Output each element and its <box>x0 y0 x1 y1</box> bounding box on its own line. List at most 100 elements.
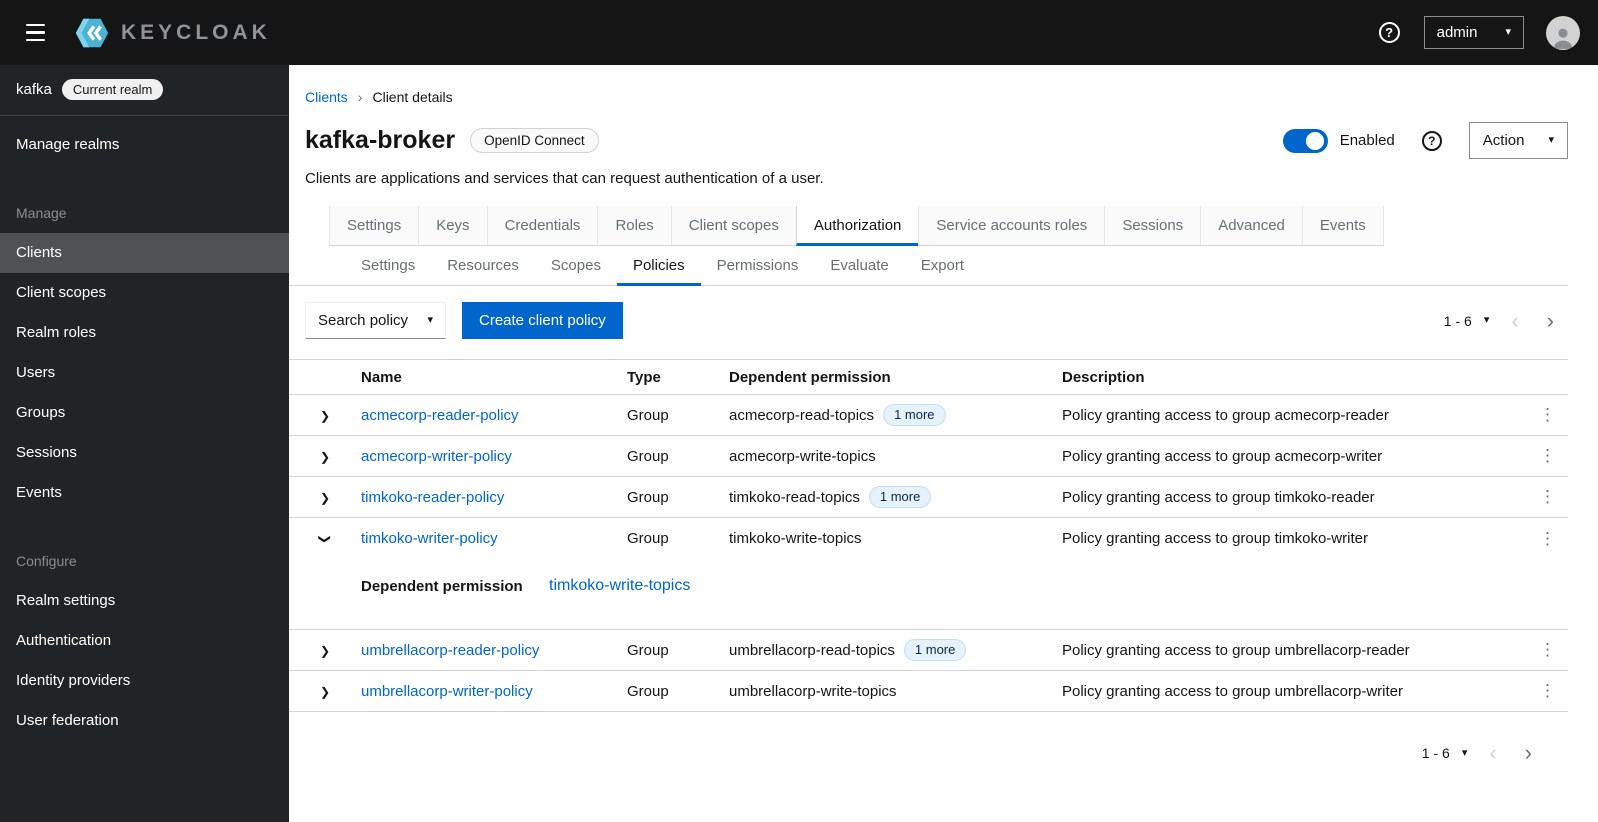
collapse-row-button[interactable]: ❯ <box>310 525 340 552</box>
pagination-range-label: 1 - 6 <box>1421 745 1450 761</box>
avatar[interactable] <box>1546 15 1580 50</box>
tab-authorization[interactable]: Authorization <box>795 206 919 246</box>
realm-selector[interactable]: kafka Current realm <box>0 65 289 116</box>
user-menu-dropdown[interactable]: admin ▾ <box>1423 16 1524 49</box>
sidebar-item-events[interactable]: Events <box>0 473 289 513</box>
dependent-permission-cell: timkoko-read-topics 1 more <box>729 486 1062 508</box>
kebab-menu-button[interactable]: ⋮ <box>1531 679 1564 703</box>
subtab-resources[interactable]: Resources <box>431 246 535 286</box>
dependent-permission-cell: timkoko-write-topics <box>729 530 1062 547</box>
column-header-dependent-permission: Dependent permission <box>729 368 891 386</box>
policy-type: Group <box>627 641 669 659</box>
top-bar: KEYCLOAK ? admin ▾ <box>0 0 1598 65</box>
tab-events[interactable]: Events <box>1301 206 1384 246</box>
topbar-actions: ? admin ▾ <box>1378 15 1580 50</box>
policies-toolbar: Search policy ▾ Create client policy 1 -… <box>305 302 1568 339</box>
chevron-right-icon: ❯ <box>319 684 331 699</box>
kebab-menu-button[interactable]: ⋮ <box>1531 638 1564 662</box>
sidebar-item-identity-providers[interactable]: Identity providers <box>0 661 289 701</box>
nav-toggle-button[interactable] <box>14 14 57 52</box>
sidebar-item-users[interactable]: Users <box>0 353 289 393</box>
page-header: kafka-broker OpenID Connect Enabled ? Ac… <box>305 122 1568 159</box>
sidebar-item-groups[interactable]: Groups <box>0 393 289 433</box>
authorization-subtabs: Settings Resources Scopes Policies Permi… <box>289 246 1568 286</box>
policy-name-link[interactable]: timkoko-reader-policy <box>361 489 504 506</box>
sidebar-item-manage-realms[interactable]: Manage realms <box>0 125 289 165</box>
kebab-menu-button[interactable]: ⋮ <box>1531 485 1564 509</box>
realm-name: kafka <box>16 81 52 98</box>
table-row: ❯ timkoko-reader-policy Group timkoko-re… <box>289 477 1568 518</box>
chevron-right-icon: ❯ <box>319 490 331 505</box>
dependent-permission-text: timkoko-read-topics <box>729 488 860 506</box>
tab-client-scopes[interactable]: Client scopes <box>670 206 796 246</box>
sidebar-item-sessions[interactable]: Sessions <box>0 433 289 473</box>
policy-name-link[interactable]: acmecorp-writer-policy <box>361 448 512 465</box>
hamburger-icon <box>26 23 45 42</box>
policy-description: Policy granting access to group timkoko-… <box>1062 530 1368 547</box>
action-dropdown[interactable]: Action ▾ <box>1468 122 1568 159</box>
kebab-menu-button[interactable]: ⋮ <box>1531 403 1564 427</box>
sidebar-item-realm-settings[interactable]: Realm settings <box>0 581 289 621</box>
tab-credentials[interactable]: Credentials <box>486 206 598 246</box>
kebab-menu-button[interactable]: ⋮ <box>1531 527 1564 551</box>
protocol-badge: OpenID Connect <box>470 128 599 153</box>
search-policy-dropdown[interactable]: Search policy ▾ <box>305 302 446 339</box>
sidebar-item-clients[interactable]: Clients <box>0 233 289 273</box>
subtab-export[interactable]: Export <box>905 246 980 286</box>
dependent-permission-cell: acmecorp-read-topics 1 more <box>729 404 1062 426</box>
tab-sessions[interactable]: Sessions <box>1104 206 1201 246</box>
policy-name-link[interactable]: acmecorp-reader-policy <box>361 407 519 424</box>
subtab-scopes[interactable]: Scopes <box>535 246 617 286</box>
pagination-prev-button[interactable]: ‹ <box>1475 742 1510 764</box>
sidebar-item-authentication[interactable]: Authentication <box>0 621 289 661</box>
policy-name-link[interactable]: umbrellacorp-writer-policy <box>361 683 533 700</box>
expand-row-button[interactable]: ❯ <box>310 443 340 470</box>
breadcrumb: Clients › Client details <box>305 89 1568 105</box>
policies-table: Name Type Dependent permission Descripti… <box>289 359 1568 712</box>
kebab-menu-button[interactable]: ⋮ <box>1531 444 1564 468</box>
caret-down-icon: ▾ <box>427 314 433 326</box>
sidebar-item-user-federation[interactable]: User federation <box>0 701 289 741</box>
tab-roles[interactable]: Roles <box>597 206 671 246</box>
table-row: ❯ umbrellacorp-reader-policy Group umbre… <box>289 630 1568 671</box>
tab-advanced[interactable]: Advanced <box>1200 206 1302 246</box>
help-icon[interactable]: ? <box>1378 22 1400 43</box>
tab-settings[interactable]: Settings <box>329 206 419 246</box>
pagination-range-dropdown[interactable]: 1 - 6 ▾ <box>1414 739 1476 767</box>
action-dropdown-label: Action <box>1482 132 1525 149</box>
policy-type: Group <box>627 682 669 700</box>
breadcrumb-clients-link[interactable]: Clients <box>305 89 348 105</box>
subtab-evaluate[interactable]: Evaluate <box>814 246 904 286</box>
page-title: kafka-broker <box>305 126 456 154</box>
subtab-permissions[interactable]: Permissions <box>701 246 815 286</box>
pagination-next-button[interactable]: › <box>1511 742 1546 764</box>
tab-keys[interactable]: Keys <box>418 206 487 246</box>
sidebar-item-client-scopes[interactable]: Client scopes <box>0 273 289 313</box>
toggle-knob <box>1305 131 1324 150</box>
sidebar: kafka Current realm Manage realms Manage… <box>0 65 289 822</box>
caret-down-icon: ▾ <box>1548 134 1554 146</box>
tab-service-accounts-roles[interactable]: Service accounts roles <box>918 206 1105 246</box>
policy-name-link[interactable]: umbrellacorp-reader-policy <box>361 642 539 659</box>
subtab-settings[interactable]: Settings <box>345 246 431 286</box>
enabled-toggle[interactable] <box>1282 128 1328 153</box>
pagination-range-label: 1 - 6 <box>1443 312 1472 329</box>
policy-description: Policy granting access to group acmecorp… <box>1062 447 1383 465</box>
pagination-range-dropdown[interactable]: 1 - 6 ▾ <box>1436 307 1498 335</box>
expand-row-button[interactable]: ❯ <box>310 678 340 705</box>
expand-row-button[interactable]: ❯ <box>310 402 340 429</box>
policy-type: Group <box>627 530 669 547</box>
sidebar-item-realm-roles[interactable]: Realm roles <box>0 313 289 353</box>
sidebar-section-configure: Configure <box>16 553 77 569</box>
subtab-policies[interactable]: Policies <box>616 246 701 286</box>
expand-row-button[interactable]: ❯ <box>310 637 340 664</box>
keycloak-logo[interactable]: KEYCLOAK <box>73 14 271 52</box>
pagination-bottom: 1 - 6 ▾ ‹ › <box>289 739 1546 767</box>
expand-row-button[interactable]: ❯ <box>310 484 340 511</box>
policy-name-link[interactable]: timkoko-writer-policy <box>361 530 498 547</box>
enabled-help-icon[interactable]: ? <box>1421 130 1442 151</box>
pagination-next-button[interactable]: › <box>1533 309 1568 332</box>
pagination-prev-button[interactable]: ‹ <box>1497 309 1532 332</box>
create-client-policy-button[interactable]: Create client policy <box>462 302 623 339</box>
expansion-dependent-permission-link[interactable]: timkoko-write-topics <box>549 577 690 595</box>
